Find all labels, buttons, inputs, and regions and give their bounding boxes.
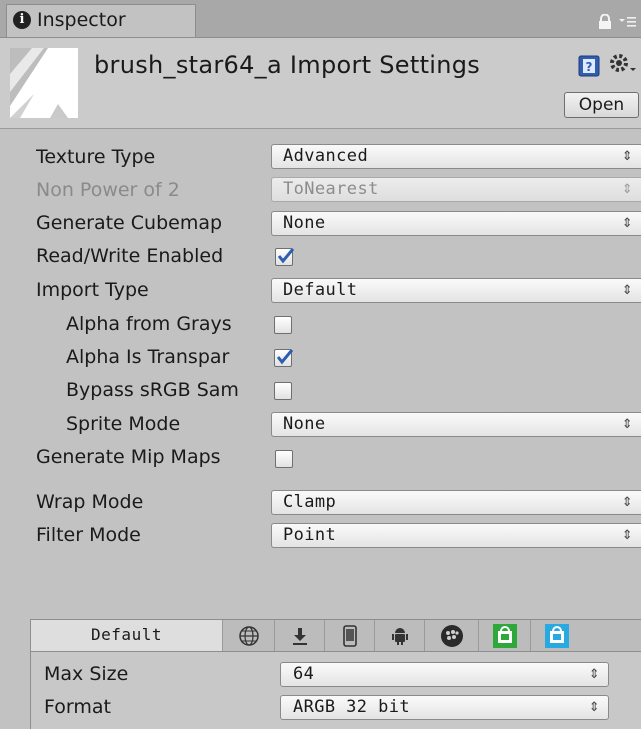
- filter-mode-label: Filter Mode: [36, 524, 141, 546]
- read-write-enabled-label: Read/Write Enabled: [36, 245, 224, 267]
- blackberry-icon: [440, 624, 463, 647]
- dropdown-arrow-icon: ⇕: [621, 495, 633, 510]
- platform-tab-windows-store[interactable]: [479, 620, 531, 651]
- max-size-value: 64: [293, 664, 315, 684]
- texture-type-value: Advanced: [283, 146, 369, 166]
- non-power-of-2-dropdown: ToNearest ⇕: [271, 177, 641, 202]
- generate-cubemap-value: None: [283, 213, 326, 233]
- sprite-mode-label: Sprite Mode: [66, 413, 181, 435]
- platform-tab-android[interactable]: [375, 620, 425, 651]
- dropdown-arrow-icon: ⇕: [621, 149, 633, 164]
- texture-thumbnail: [10, 48, 78, 118]
- dropdown-arrow-icon: ⇕: [621, 528, 633, 543]
- import-type-label: Import Type: [36, 279, 149, 301]
- platform-tab-bar: Default: [31, 620, 641, 652]
- texture-type-dropdown[interactable]: Advanced ⇕: [271, 144, 641, 169]
- tab-menu-icon[interactable]: [618, 14, 636, 30]
- sprite-mode-value: None: [283, 414, 326, 434]
- alpha-is-transparency-label: Alpha Is Transpar: [66, 346, 230, 368]
- non-power-of-2-label: Non Power of 2: [36, 179, 180, 201]
- platform-tab-default-label: Default: [91, 625, 162, 644]
- platform-tab-web[interactable]: [223, 620, 275, 651]
- filter-mode-dropdown[interactable]: Point ⇕: [271, 523, 641, 548]
- help-book-icon[interactable]: ?: [578, 55, 600, 77]
- import-settings-header: brush_star64_a Import Settings ? Open: [0, 38, 641, 129]
- platform-tab-windows-phone[interactable]: [531, 620, 641, 651]
- read-write-enabled-checkbox[interactable]: [275, 248, 295, 266]
- dropdown-arrow-icon: ⇕: [588, 700, 600, 715]
- inspector-tab-bar: i Inspector: [0, 0, 641, 38]
- checkmark-icon: [276, 349, 294, 365]
- format-dropdown[interactable]: ARGB 32 bit ⇕: [280, 695, 609, 720]
- android-icon: [391, 627, 408, 645]
- generate-mip-maps-checkbox[interactable]: [275, 450, 293, 468]
- dropdown-arrow-icon: ⇕: [621, 283, 633, 298]
- web-globe-icon: [238, 625, 259, 646]
- inspector-tab[interactable]: i Inspector: [6, 4, 196, 37]
- format-value: ARGB 32 bit: [293, 697, 410, 717]
- import-type-value: Default: [283, 280, 358, 300]
- non-power-of-2-value: ToNearest: [283, 179, 379, 199]
- sprite-mode-dropdown[interactable]: None ⇕: [271, 412, 641, 437]
- settings-gear-icon[interactable]: [608, 52, 640, 78]
- alpha-from-grays-checkbox[interactable]: [274, 316, 292, 334]
- import-type-dropdown[interactable]: Default ⇕: [271, 278, 641, 303]
- platform-tab-standalone[interactable]: [275, 620, 325, 651]
- bypass-srgb-sampling-label: Bypass sRGB Sam: [66, 379, 239, 401]
- checkmark-icon: [277, 248, 295, 264]
- platform-tab-blackberry[interactable]: [425, 620, 479, 651]
- bypass-srgb-sampling-checkbox[interactable]: [274, 382, 292, 400]
- alpha-from-grays-label: Alpha from Grays: [66, 313, 232, 335]
- generate-cubemap-dropdown[interactable]: None ⇕: [271, 211, 641, 236]
- format-label: Format: [44, 696, 111, 718]
- dropdown-arrow-icon: ⇕: [588, 667, 600, 682]
- import-settings-title: brush_star64_a Import Settings: [94, 51, 481, 79]
- max-size-label: Max Size: [44, 663, 129, 685]
- info-icon: i: [13, 11, 31, 29]
- platform-tab-iphone[interactable]: [325, 620, 375, 651]
- filter-mode-value: Point: [283, 525, 337, 545]
- windows-store-icon: [492, 623, 517, 648]
- inspector-tab-label: Inspector: [37, 9, 126, 31]
- alpha-is-transparency-checkbox[interactable]: [274, 349, 294, 367]
- dropdown-arrow-icon: ⇕: [621, 182, 633, 197]
- standalone-download-icon: [292, 627, 307, 645]
- windows-phone-icon: [545, 623, 569, 648]
- dropdown-arrow-icon: ⇕: [621, 216, 633, 231]
- svg-text:?: ?: [586, 60, 593, 74]
- platform-tab-default[interactable]: Default: [31, 620, 223, 651]
- generate-cubemap-label: Generate Cubemap: [36, 212, 223, 234]
- texture-type-label: Texture Type: [36, 146, 156, 168]
- max-size-dropdown[interactable]: 64 ⇕: [280, 662, 609, 687]
- iphone-icon: [342, 624, 357, 647]
- wrap-mode-label: Wrap Mode: [36, 491, 144, 513]
- lock-icon[interactable]: [596, 14, 614, 30]
- open-button[interactable]: Open: [564, 92, 639, 118]
- dropdown-arrow-icon: ⇕: [621, 417, 633, 432]
- generate-mip-maps-label: Generate Mip Maps: [36, 446, 221, 468]
- wrap-mode-value: Clamp: [283, 492, 337, 512]
- wrap-mode-dropdown[interactable]: Clamp ⇕: [271, 490, 641, 515]
- platform-settings-panel: Default Max Size 64 ⇕ Format ARGB 32 bit…: [30, 619, 641, 729]
